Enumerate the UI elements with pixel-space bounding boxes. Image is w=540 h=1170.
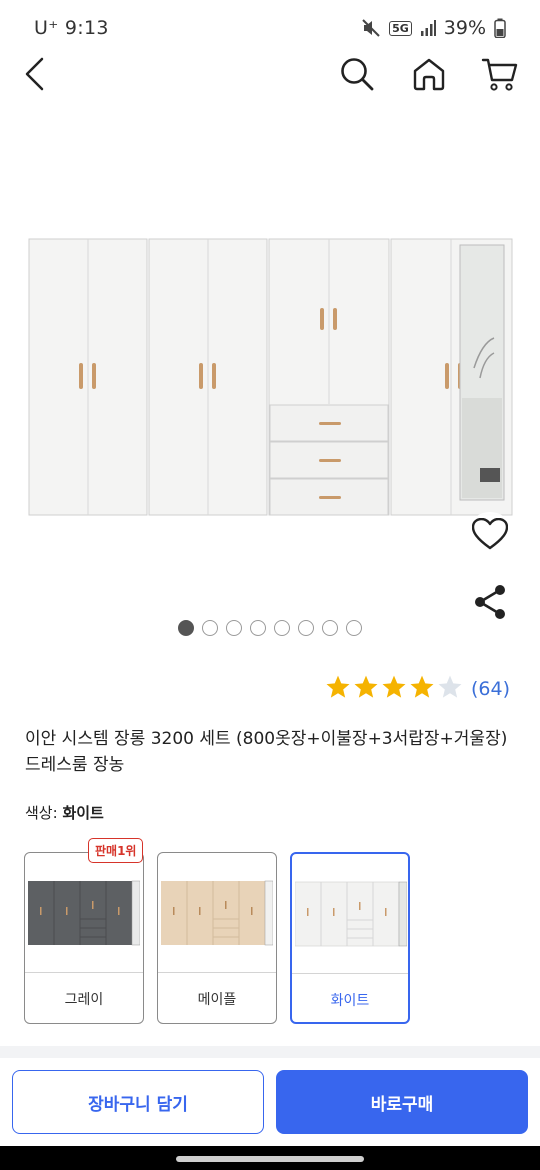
cart-icon xyxy=(481,55,519,97)
chevron-left-icon xyxy=(22,56,46,96)
network-5g-icon: 5G xyxy=(389,20,412,36)
search-icon xyxy=(339,56,375,96)
product-title: 이안 시스템 장롱 3200 세트 (800옷장+이불장+3서랍장+거울장) 드… xyxy=(25,729,508,775)
bottom-action-bar: 장바구니 담기 바로구매 xyxy=(0,1058,540,1146)
home-indicator[interactable] xyxy=(176,1156,364,1162)
color-option-label: 색상: 화이트 xyxy=(25,802,104,823)
share-icon xyxy=(473,584,507,624)
section-divider xyxy=(0,1046,540,1058)
color-option-maple[interactable]: 메이플 xyxy=(157,852,277,1024)
review-count-link[interactable]: (64) xyxy=(471,678,510,700)
star-icon xyxy=(325,674,351,704)
back-button[interactable] xyxy=(14,56,54,96)
pagination-dot[interactable] xyxy=(274,620,290,636)
system-nav-area xyxy=(0,1146,540,1170)
pagination-dot[interactable] xyxy=(298,620,314,636)
color-option-label-white: 화이트 xyxy=(330,993,370,1009)
option-divider xyxy=(292,973,408,974)
add-to-cart-button[interactable]: 장바구니 담기 xyxy=(12,1070,264,1134)
best-seller-badge: 판매1위 xyxy=(88,838,144,863)
color-option-white[interactable]: 화이트 xyxy=(290,852,410,1024)
pagination-dot[interactable] xyxy=(226,620,242,636)
pagination-dot[interactable] xyxy=(178,620,194,636)
home-button[interactable] xyxy=(409,56,449,96)
option-divider xyxy=(158,972,276,973)
star-icon xyxy=(381,674,407,704)
signal-icon xyxy=(420,19,436,37)
battery-icon xyxy=(494,18,506,38)
cart-button[interactable] xyxy=(480,56,520,96)
selected-color-value: 화이트 xyxy=(62,804,104,822)
heart-icon xyxy=(471,517,509,554)
rating-summary[interactable]: (64) xyxy=(325,674,510,704)
status-icons: 5G 39% xyxy=(361,17,506,39)
search-button[interactable] xyxy=(337,56,377,96)
carrier-time: U⁺ 9:13 xyxy=(34,17,109,39)
option-divider xyxy=(25,972,143,973)
status-bar: U⁺ 9:13 5G 39% xyxy=(0,0,540,56)
pagination-dot[interactable] xyxy=(322,620,338,636)
color-swatch-image xyxy=(161,880,273,946)
home-icon xyxy=(411,56,447,96)
product-image xyxy=(28,238,514,518)
battery-percent: 39% xyxy=(443,17,486,39)
buy-now-button[interactable]: 바로구매 xyxy=(276,1070,528,1134)
star-icon xyxy=(353,674,379,704)
pagination-dot[interactable] xyxy=(202,620,218,636)
color-option-gray[interactable]: 판매1위 그레이 xyxy=(24,838,144,1024)
gallery-pagination xyxy=(0,620,540,636)
color-label-text: 색상: xyxy=(25,804,63,822)
pagination-dot[interactable] xyxy=(250,620,266,636)
color-swatch-image xyxy=(295,881,407,947)
top-nav xyxy=(0,56,540,96)
mute-icon xyxy=(361,18,381,38)
color-swatch-image xyxy=(28,880,140,946)
star-icon xyxy=(409,674,435,704)
star-empty-icon xyxy=(437,674,463,704)
color-option-label-gray: 그레이 xyxy=(64,992,104,1008)
wishlist-button[interactable] xyxy=(466,512,514,560)
color-options: 판매1위 그레이 메이플 화이트 xyxy=(24,838,410,1024)
color-option-label-maple: 메이플 xyxy=(197,992,237,1008)
pagination-dot[interactable] xyxy=(346,620,362,636)
product-gallery[interactable] xyxy=(0,150,540,650)
